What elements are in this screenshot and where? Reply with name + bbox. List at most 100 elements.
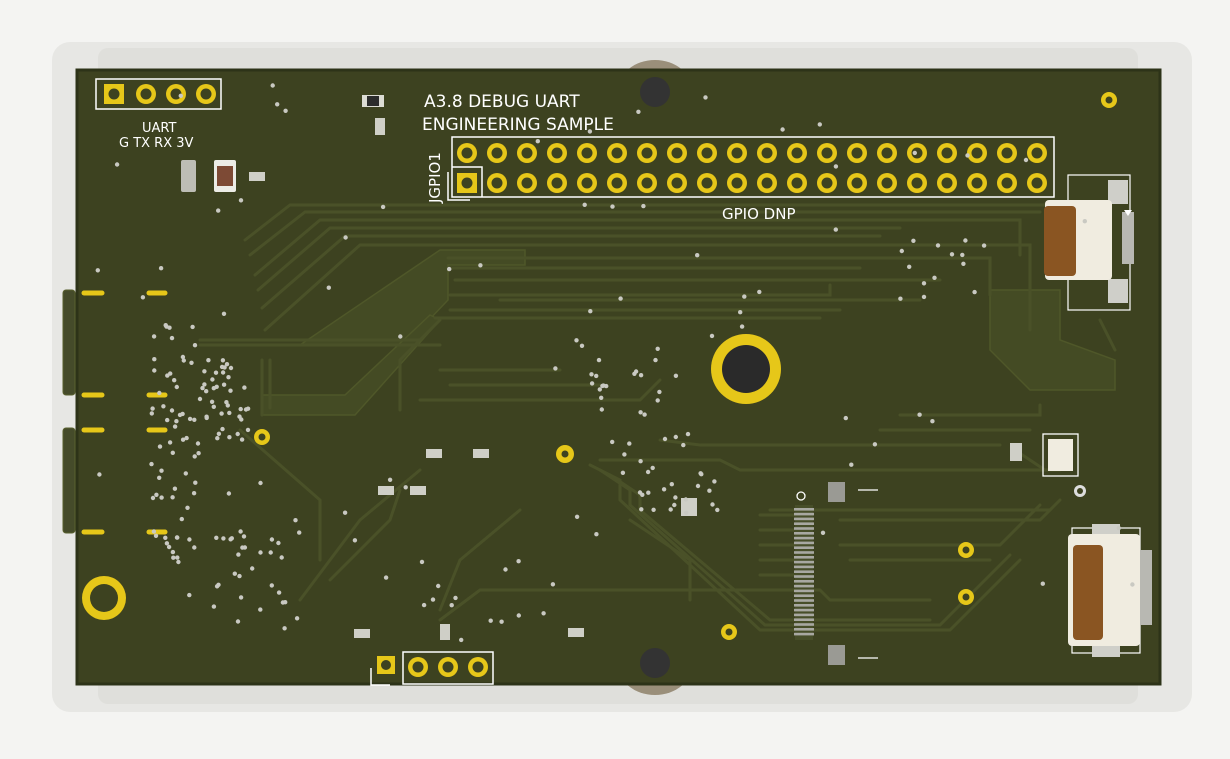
via — [707, 488, 712, 493]
via — [833, 164, 839, 169]
via — [499, 619, 504, 624]
uart-pin-1-hole — [108, 88, 120, 100]
via — [164, 541, 170, 546]
smd-part — [440, 624, 450, 640]
via — [157, 444, 163, 449]
via — [158, 266, 164, 271]
via — [196, 451, 201, 456]
smd-part — [426, 449, 442, 458]
via — [211, 404, 216, 409]
via — [436, 583, 441, 589]
via — [872, 442, 878, 447]
gpio-pin-hole — [521, 177, 533, 189]
via — [275, 102, 280, 107]
via — [192, 343, 198, 348]
via — [206, 358, 211, 363]
via — [478, 263, 483, 268]
via — [170, 549, 176, 555]
via — [215, 436, 220, 441]
via — [587, 129, 593, 134]
via — [642, 412, 647, 417]
board-title-line2: ENGINEERING SAMPLE — [422, 115, 614, 135]
via — [633, 369, 639, 374]
via — [204, 414, 209, 419]
uart-label: UART — [142, 121, 176, 136]
via — [216, 208, 221, 213]
via — [245, 427, 251, 433]
via — [224, 400, 229, 405]
via — [588, 309, 593, 314]
bottom-pin-2-hole — [412, 661, 424, 673]
bottom-pin-1-hole — [381, 660, 391, 670]
via — [972, 289, 977, 295]
via — [221, 536, 226, 541]
fine-pitch-pin — [794, 584, 814, 588]
gpio-pin-hole — [701, 147, 713, 159]
via — [174, 535, 180, 540]
gpio-pin-hole — [491, 177, 503, 189]
via — [843, 415, 848, 421]
via — [921, 294, 927, 300]
via — [646, 490, 651, 495]
via — [283, 108, 288, 114]
gpio-label: GPIO DNP — [722, 205, 795, 223]
via — [849, 462, 854, 467]
uart-pin-4-hole — [200, 88, 212, 100]
via — [169, 335, 175, 341]
via — [150, 406, 155, 411]
via — [673, 373, 679, 378]
via — [898, 296, 903, 301]
via — [921, 281, 927, 286]
smd-part — [249, 172, 265, 181]
via — [226, 375, 231, 380]
fine-pitch-pin — [794, 522, 814, 525]
via — [935, 243, 941, 248]
via — [553, 366, 558, 371]
via — [739, 324, 745, 329]
fpc-bottom-pins — [1140, 550, 1152, 625]
via — [161, 404, 166, 409]
via — [187, 537, 192, 542]
switch-body — [1048, 439, 1073, 471]
gpio-pin-hole — [761, 147, 773, 159]
via — [294, 616, 300, 621]
gold-pad-hole — [962, 593, 970, 601]
via — [172, 378, 177, 383]
via — [638, 373, 644, 378]
via — [703, 95, 708, 100]
via — [226, 491, 232, 496]
gpio-pin-hole — [731, 177, 743, 189]
via — [193, 480, 198, 485]
via — [209, 399, 215, 404]
via — [140, 295, 146, 300]
via — [387, 477, 393, 482]
via — [237, 573, 242, 579]
gpio-pin-hole — [551, 147, 563, 159]
via — [177, 412, 183, 418]
via — [430, 597, 436, 602]
via — [709, 333, 715, 339]
via — [167, 325, 172, 330]
via — [152, 357, 157, 362]
via — [383, 575, 389, 580]
gpio-pin-hole — [851, 177, 863, 189]
via — [169, 408, 175, 413]
via — [899, 248, 904, 254]
via — [183, 471, 188, 476]
gpio-pin-hole — [581, 177, 593, 189]
via — [653, 357, 658, 363]
via — [657, 389, 662, 395]
smd-part — [375, 118, 385, 135]
via — [699, 472, 704, 477]
gpio-refdes: JGPIO1 — [426, 152, 444, 204]
via — [204, 389, 209, 394]
via — [574, 514, 580, 519]
via — [516, 613, 521, 618]
via — [239, 417, 244, 422]
via — [912, 150, 917, 156]
via — [258, 607, 263, 612]
via — [1023, 157, 1029, 163]
via — [270, 83, 275, 88]
via — [651, 507, 656, 512]
via — [1040, 581, 1046, 586]
